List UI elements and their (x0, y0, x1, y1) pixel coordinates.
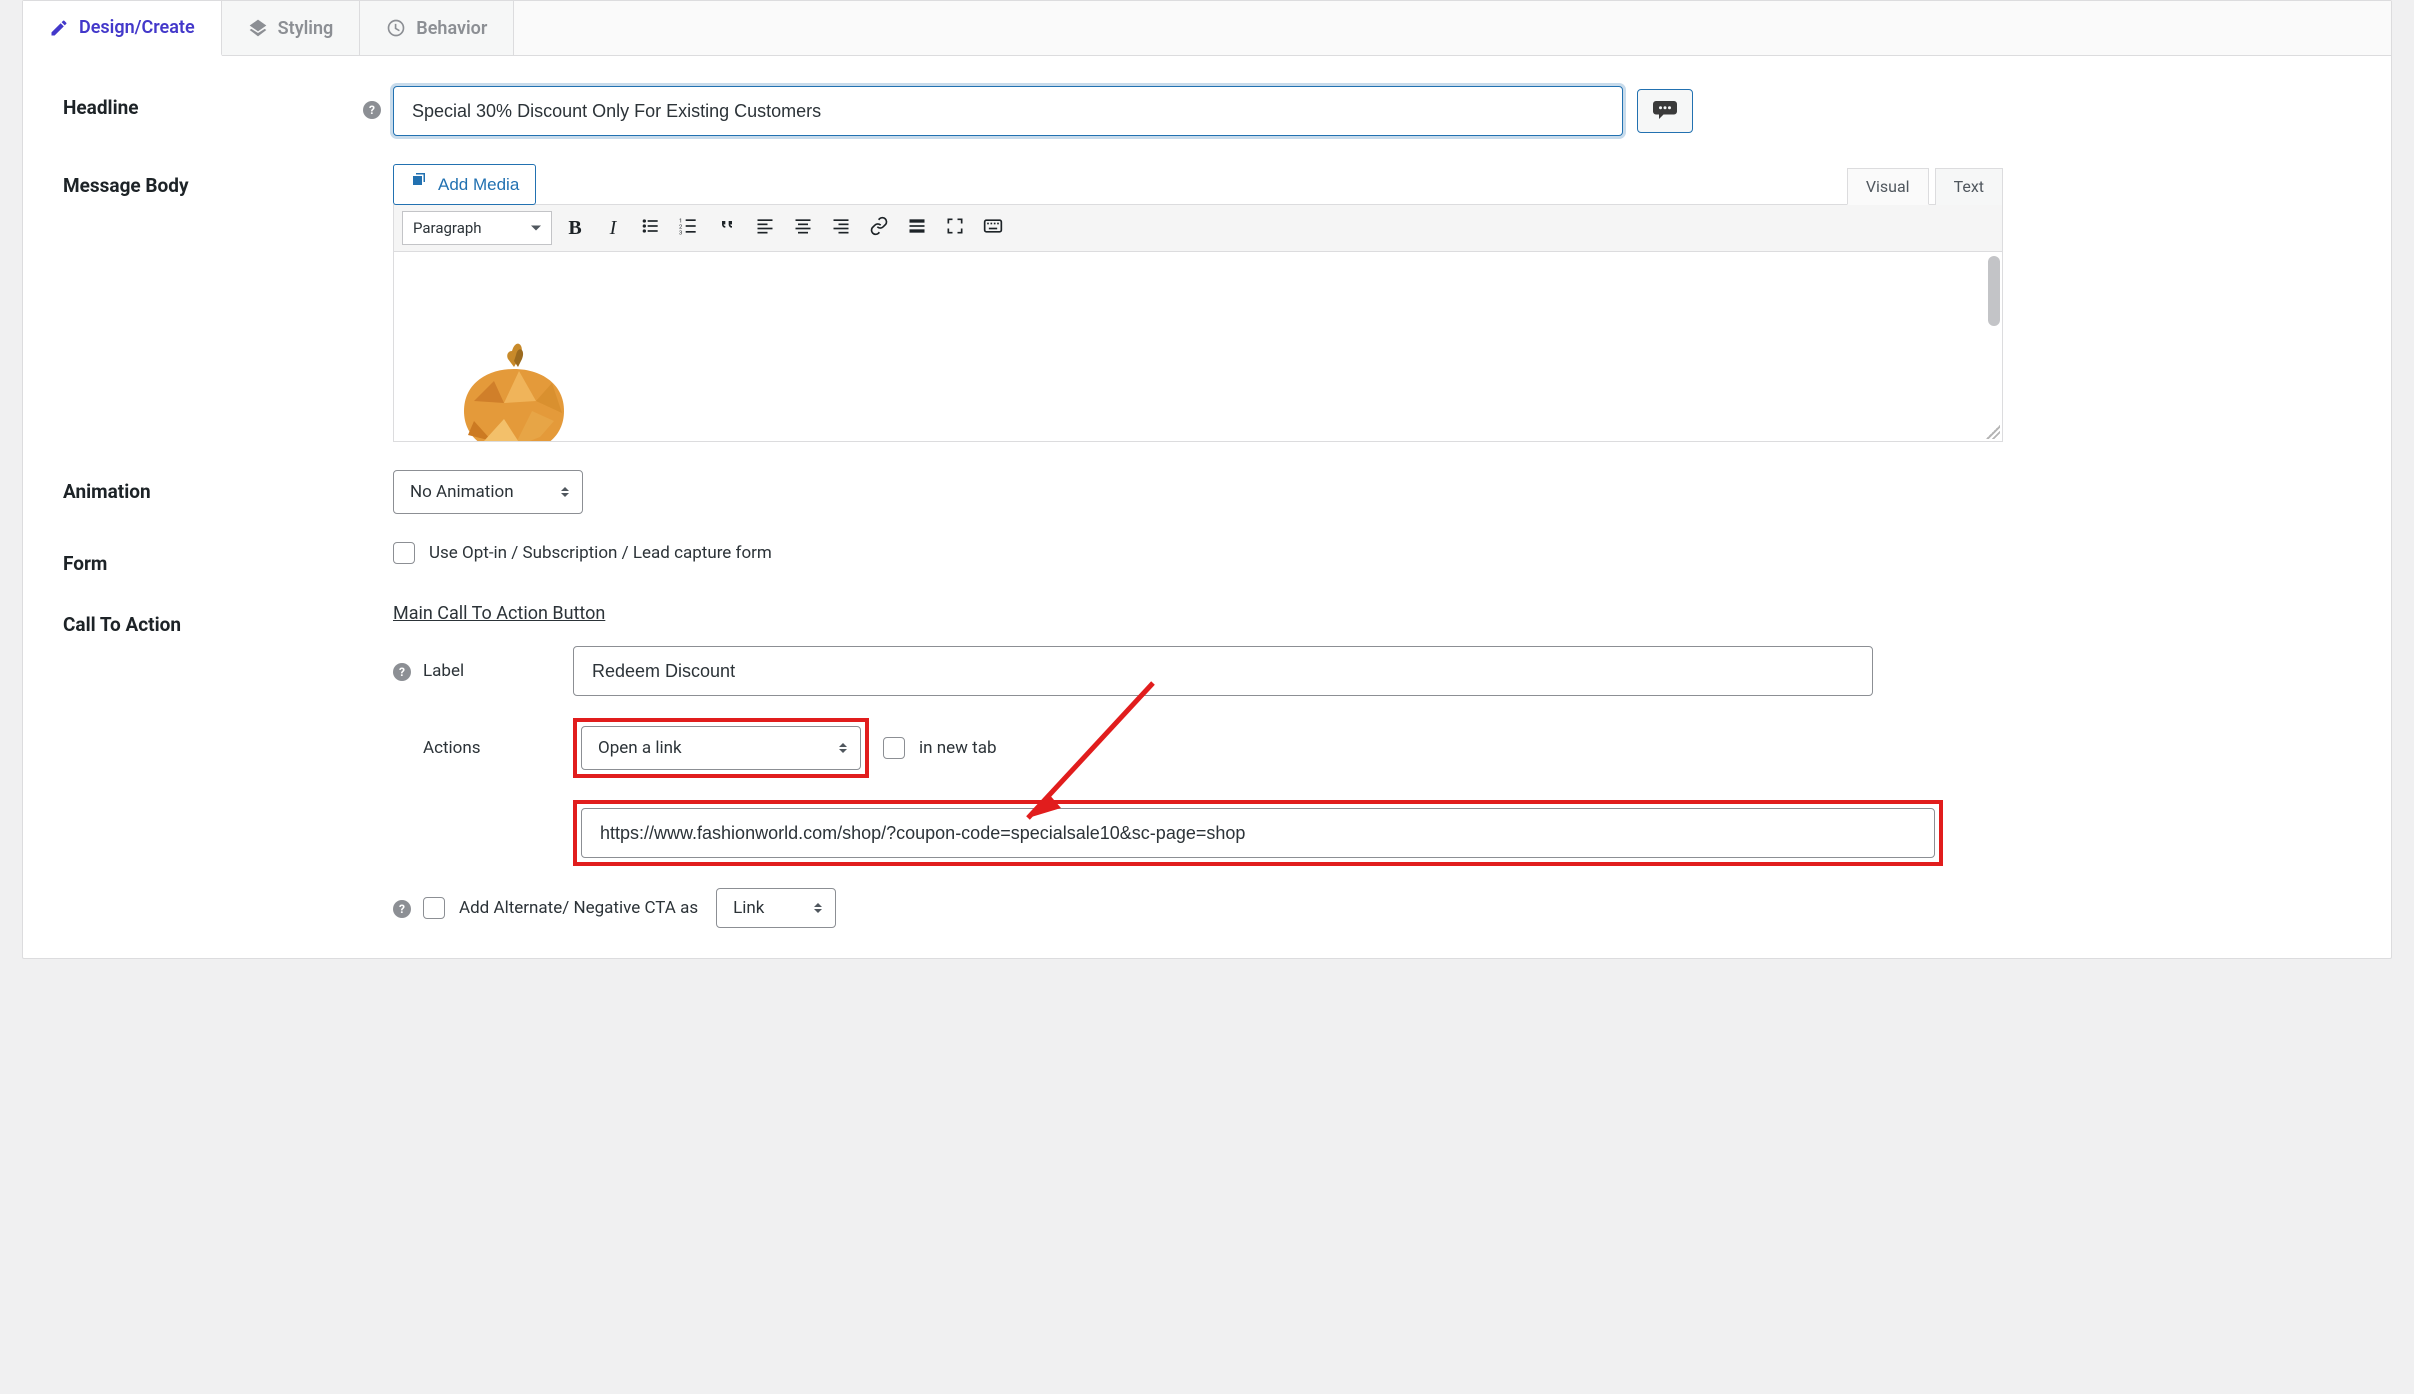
cta-actions-label: Actions (423, 738, 573, 758)
ol-icon: 123 (679, 216, 699, 240)
tab-design-create[interactable]: Design/Create (23, 1, 222, 56)
headline-input[interactable] (393, 86, 1623, 136)
align-right-icon (831, 216, 851, 240)
media-icon (410, 173, 428, 196)
alt-cta-type-select[interactable]: Link (716, 888, 836, 928)
editor-mode-text[interactable]: Text (1935, 168, 2003, 205)
help-icon[interactable]: ? (393, 900, 411, 918)
new-tab-label: in new tab (919, 738, 997, 758)
annotation-highlight-url (573, 800, 1943, 866)
tab-label: Design/Create (79, 17, 195, 38)
layers-icon (248, 18, 268, 38)
cta-action-select[interactable]: Open a link (581, 726, 861, 770)
ul-icon (641, 216, 661, 240)
cta-label-label: Label (423, 661, 573, 681)
editor-scrollbar[interactable] (1988, 256, 2000, 326)
speech-bubble-icon (1653, 101, 1677, 122)
cta-label-input[interactable] (573, 646, 1873, 696)
optin-checkbox[interactable] (393, 542, 415, 564)
align-center-button[interactable] (788, 213, 818, 243)
editor-mode-visual[interactable]: Visual (1847, 168, 1929, 205)
numbered-list-button[interactable]: 123 (674, 213, 704, 243)
cta-main-heading: Main Call To Action Button (393, 603, 2351, 624)
tab-behavior[interactable]: Behavior (360, 1, 514, 55)
label-form: Form (63, 542, 363, 575)
row-animation: Animation No Animation (63, 470, 2351, 514)
add-media-button[interactable]: Add Media (393, 164, 536, 205)
toolbar-toggle-button[interactable] (978, 213, 1008, 243)
editor-canvas[interactable] (393, 252, 2003, 442)
annotation-highlight-action: Open a link (573, 718, 869, 778)
fullscreen-button[interactable] (940, 213, 970, 243)
new-tab-checkbox[interactable] (883, 737, 905, 759)
tab-bar: Design/Create Styling Behavior (23, 1, 2391, 56)
optin-checkbox-label: Use Opt-in / Subscription / Lead capture… (429, 543, 772, 563)
label-animation: Animation (63, 470, 363, 503)
fullscreen-icon (945, 216, 965, 240)
chevron-updown-icon (558, 483, 572, 501)
align-left-icon (755, 216, 775, 240)
row-form: Form Use Opt-in / Subscription / Lead ca… (63, 542, 2351, 575)
bold-button[interactable]: B (560, 213, 590, 243)
animation-select[interactable]: No Animation (393, 470, 583, 514)
italic-icon: I (610, 217, 617, 240)
row-headline: Headline ? (63, 86, 2351, 136)
label-cta: Call To Action (63, 603, 363, 636)
tab-styling[interactable]: Styling (222, 1, 361, 55)
editor-resize-handle[interactable] (1986, 425, 2000, 439)
link-icon (869, 216, 889, 240)
format-select[interactable]: Paragraph (402, 211, 552, 245)
link-button[interactable] (864, 213, 894, 243)
chevron-updown-icon (811, 899, 825, 917)
alt-cta-checkbox[interactable] (423, 897, 445, 919)
edit-icon (49, 18, 69, 38)
label-headline: Headline (63, 86, 363, 119)
tab-label: Styling (278, 18, 334, 39)
align-left-button[interactable] (750, 213, 780, 243)
bold-icon: B (568, 217, 581, 240)
align-center-icon (793, 216, 813, 240)
tab-label: Behavior (416, 18, 487, 39)
editor-toolbar: Paragraph B I 123 (393, 204, 2003, 252)
help-icon[interactable]: ? (393, 663, 411, 681)
italic-button[interactable]: I (598, 213, 628, 243)
alt-cta-label: Add Alternate/ Negative CTA as (459, 898, 698, 918)
chevron-updown-icon (836, 739, 850, 757)
more-icon (907, 216, 927, 240)
svg-text:3: 3 (679, 230, 682, 236)
keyboard-icon (983, 216, 1003, 240)
add-media-label: Add Media (438, 175, 519, 195)
label-message-body: Message Body (63, 164, 363, 197)
quote-icon (717, 216, 737, 240)
clock-icon (386, 18, 406, 38)
emoji-picker-button[interactable] (1637, 89, 1693, 133)
help-icon[interactable]: ? (363, 101, 381, 119)
row-cta: Call To Action Main Call To Action Butto… (63, 603, 2351, 928)
bullet-list-button[interactable] (636, 213, 666, 243)
blockquote-button[interactable] (712, 213, 742, 243)
row-message-body: Message Body Add Media Visua (63, 164, 2351, 442)
align-right-button[interactable] (826, 213, 856, 243)
cta-url-input[interactable] (581, 808, 1935, 858)
pumpkin-image (444, 341, 584, 442)
insert-more-button[interactable] (902, 213, 932, 243)
